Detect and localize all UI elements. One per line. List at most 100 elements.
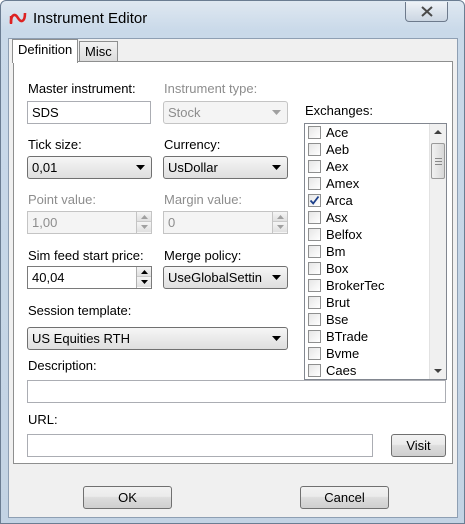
checkbox[interactable] — [308, 347, 321, 360]
exchange-item[interactable]: Bvme — [305, 345, 429, 362]
exchange-item-label: Bvme — [326, 346, 360, 361]
chevron-down-icon — [272, 275, 281, 280]
spin-down-button[interactable] — [273, 222, 287, 232]
exchange-item-label: Ace — [326, 125, 349, 140]
description-label: Description: — [28, 358, 97, 373]
instrument-type-value: Stock — [168, 105, 201, 120]
exchange-item[interactable]: Brut — [305, 294, 429, 311]
arrow-up-icon — [434, 130, 442, 134]
chevron-down-icon — [272, 165, 281, 170]
spin-down-button[interactable] — [137, 222, 151, 232]
checkbox[interactable] — [308, 143, 321, 156]
exchange-item[interactable]: Asx — [305, 209, 429, 226]
master-instrument-value: SDS — [32, 105, 59, 120]
visit-button-label: Visit — [406, 438, 431, 453]
session-template-select[interactable]: US Equities RTH — [27, 327, 288, 350]
scroll-down-button[interactable] — [430, 362, 446, 379]
point-value-spinner[interactable] — [136, 212, 151, 233]
session-template-value: US Equities RTH — [32, 331, 131, 346]
margin-value-spinner[interactable] — [272, 212, 287, 233]
instrument-type-label: Instrument type: — [164, 81, 258, 96]
checkbox[interactable] — [308, 177, 321, 190]
checkbox[interactable] — [308, 364, 321, 377]
exchange-item[interactable]: Caes — [305, 362, 429, 379]
spin-up-button[interactable] — [137, 267, 151, 277]
ok-button[interactable]: OK — [83, 486, 172, 509]
exchange-item-label: Brut — [326, 295, 350, 310]
margin-value-label: Margin value: — [164, 192, 243, 207]
instrument-type-select[interactable]: Stock — [163, 101, 288, 124]
exchange-item-label: Bm — [326, 244, 346, 259]
exchanges-scrollbar[interactable] — [429, 124, 446, 379]
master-instrument-input[interactable]: SDS — [27, 101, 151, 124]
tick-size-label: Tick size: — [28, 137, 82, 152]
close-icon — [421, 6, 433, 17]
cancel-button-label: Cancel — [324, 490, 365, 505]
checkbox-checked[interactable] — [308, 194, 321, 207]
checkbox[interactable] — [308, 245, 321, 258]
spin-up-button[interactable] — [137, 212, 151, 222]
title-bar[interactable]: Instrument Editor — [1, 1, 464, 35]
exchange-item-label: Bse — [326, 312, 349, 327]
exchange-item-label: Caes — [326, 363, 357, 378]
dialog-body: Definition Misc Master instrument: SDS I… — [8, 38, 458, 518]
url-input[interactable] — [27, 434, 373, 457]
exchange-item[interactable]: Bm — [305, 243, 429, 260]
tick-size-select[interactable]: 0,01 — [27, 156, 152, 179]
checkbox[interactable] — [308, 211, 321, 224]
exchange-item-label: Aex — [326, 159, 349, 174]
merge-policy-label: Merge policy: — [164, 248, 242, 263]
chevron-down-icon — [272, 110, 281, 115]
chevron-down-icon — [136, 165, 145, 170]
exchange-item-label: Asx — [326, 210, 348, 225]
checkbox[interactable] — [308, 279, 321, 292]
sim-feed-start-price-input[interactable]: 40,04 — [27, 266, 152, 289]
checkbox[interactable] — [308, 330, 321, 343]
checkbox[interactable] — [308, 296, 321, 309]
arrow-up-icon — [277, 215, 284, 219]
margin-value-input[interactable]: 0 — [163, 211, 288, 234]
sim-feed-start-price-spinner[interactable] — [136, 267, 151, 288]
checkbox[interactable] — [308, 228, 321, 241]
exchange-item[interactable]: BrokerTec — [305, 277, 429, 294]
currency-label: Currency: — [164, 137, 221, 152]
merge-policy-value: UseGlobalSettin — [168, 270, 262, 285]
merge-policy-select[interactable]: UseGlobalSettin — [163, 266, 288, 289]
window-title: Instrument Editor — [33, 10, 148, 27]
close-button[interactable] — [405, 2, 448, 22]
cancel-button[interactable]: Cancel — [300, 486, 389, 509]
exchange-item[interactable]: Amex — [305, 175, 429, 192]
tab-definition[interactable]: Definition — [12, 39, 79, 63]
currency-select[interactable]: UsDollar — [163, 156, 288, 179]
exchange-item[interactable]: Aeb — [305, 141, 429, 158]
scroll-up-button[interactable] — [430, 124, 446, 141]
exchange-item[interactable]: Belfox — [305, 226, 429, 243]
arrow-up-icon — [141, 215, 148, 219]
instrument-editor-window: Instrument Editor Definition Misc Master… — [0, 0, 465, 524]
checkbox[interactable] — [308, 262, 321, 275]
tab-misc[interactable]: Misc — [79, 41, 118, 61]
ninjatrader-logo-icon — [9, 12, 27, 24]
exchange-item[interactable]: Arca — [305, 192, 429, 209]
spin-up-button[interactable] — [273, 212, 287, 222]
spin-down-button[interactable] — [137, 277, 151, 287]
exchange-item[interactable]: BTrade — [305, 328, 429, 345]
arrow-down-icon — [277, 225, 284, 229]
exchange-item-label: Box — [326, 261, 349, 276]
session-template-label: Session template: — [28, 303, 132, 318]
checkbox[interactable] — [308, 313, 321, 326]
exchange-item-label: BrokerTec — [326, 278, 385, 293]
checkbox[interactable] — [308, 160, 321, 173]
exchange-item[interactable]: Box — [305, 260, 429, 277]
exchange-item[interactable]: Bse — [305, 311, 429, 328]
point-value-input[interactable]: 1,00 — [27, 211, 152, 234]
visit-button[interactable]: Visit — [391, 434, 446, 457]
description-input[interactable] — [27, 380, 446, 403]
scroll-thumb[interactable] — [431, 143, 445, 179]
exchanges-list[interactable]: Ace Aeb Aex Amex Arca Asx Belfox Bm Box BrokerTec… — [304, 123, 447, 380]
exchange-item[interactable]: Aex — [305, 158, 429, 175]
checkmark-icon — [309, 195, 320, 205]
checkbox[interactable] — [308, 126, 321, 139]
ok-button-label: OK — [118, 490, 137, 505]
exchange-item[interactable]: Ace — [305, 124, 429, 141]
